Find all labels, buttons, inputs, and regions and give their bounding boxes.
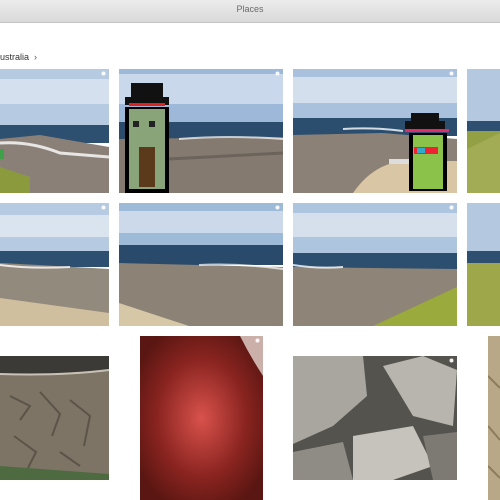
photo-thumbnail[interactable] [467, 203, 500, 326]
photo-thumbnail[interactable] [293, 203, 457, 326]
window-title: Places [236, 4, 264, 14]
photo-thumbnail[interactable] [140, 336, 263, 500]
location-pin-icon [449, 205, 454, 210]
chevron-right-icon: › [34, 52, 38, 62]
photo-thumbnail[interactable] [119, 203, 283, 326]
photo-thumbnail[interactable] [119, 69, 283, 193]
photo-thumbnail[interactable] [293, 356, 457, 480]
photo-thumbnail[interactable] [0, 203, 109, 326]
photo-thumbnail[interactable] [0, 69, 109, 193]
breadcrumb[interactable]: ustralia › [0, 50, 37, 64]
photo-thumbnail[interactable] [488, 336, 500, 500]
photo-thumbnail[interactable] [467, 69, 500, 193]
photo-thumbnail[interactable] [293, 69, 457, 193]
location-pin-icon [255, 338, 260, 343]
breadcrumb-label[interactable]: ustralia [0, 52, 29, 62]
location-pin-icon [101, 71, 106, 76]
location-pin-icon [449, 358, 454, 363]
window-titlebar[interactable]: Places [0, 0, 500, 23]
location-pin-icon [101, 205, 106, 210]
location-pin-icon [275, 71, 280, 76]
location-pin-icon [275, 205, 280, 210]
location-pin-icon [449, 71, 454, 76]
photo-thumbnail[interactable] [0, 356, 109, 480]
